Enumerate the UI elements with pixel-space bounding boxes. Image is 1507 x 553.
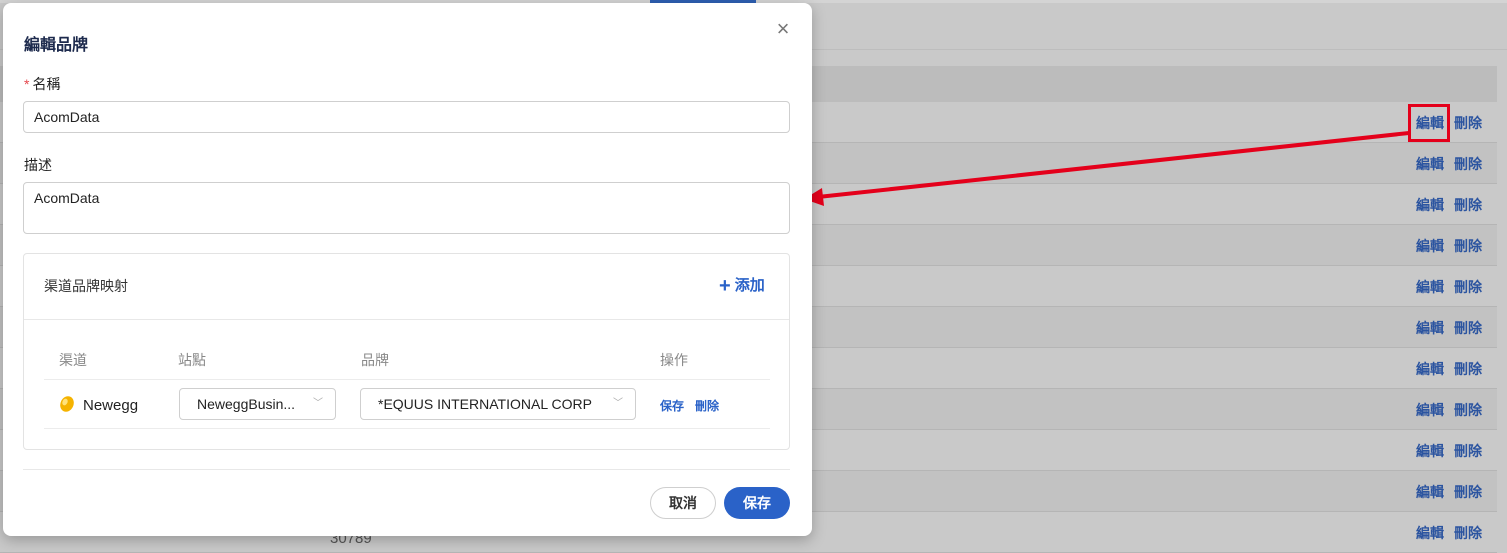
channel-brand-mapping-card: 渠道品牌映射 + 添加 渠道 站點 品牌 操作 Newegg NeweggBusi… [23, 253, 790, 450]
footer-divider [23, 469, 790, 470]
add-mapping-button[interactable]: + 添加 [719, 274, 765, 298]
row-delete-link[interactable]: 刪除 [1454, 238, 1482, 254]
chevron-down-icon: ﹀ [313, 398, 323, 409]
close-icon[interactable]: × [773, 18, 793, 40]
row-edit-link[interactable]: 編輯 [1416, 484, 1444, 500]
save-button[interactable]: 保存 [724, 487, 790, 519]
cancel-button[interactable]: 取消 [650, 487, 716, 519]
row-edit-link[interactable]: 編輯 [1416, 525, 1444, 541]
required-mark: * [24, 76, 30, 92]
row-delete-link[interactable]: 刪除 [1454, 156, 1482, 172]
modal-title: 編輯品牌 [24, 37, 89, 54]
brand-select-value: *EQUUS INTERNATIONAL CORP [378, 396, 592, 412]
chevron-down-icon: ﹀ [613, 398, 623, 409]
row-delete-link[interactable]: 刪除 [1454, 484, 1482, 500]
annotation-highlight-box [1408, 104, 1450, 142]
column-header-site: 站點 [178, 352, 206, 368]
row-delete-link[interactable]: 刪除 [1454, 197, 1482, 213]
column-header-brand: 品牌 [361, 352, 389, 368]
row-edit-link[interactable]: 編輯 [1416, 197, 1444, 213]
row-delete-link[interactable]: 刪除 [695, 397, 719, 414]
description-label: 描述 [24, 157, 52, 173]
row-delete-link[interactable]: 刪除 [1454, 361, 1482, 377]
channel-name: Newegg [83, 397, 139, 414]
name-label-wrap: * 名稱 [24, 74, 60, 94]
newegg-logo-icon [60, 396, 74, 412]
add-mapping-label: 添加 [734, 277, 765, 294]
plus-icon: + [719, 275, 731, 297]
brand-select[interactable]: *EQUUS INTERNATIONAL CORP ﹀ [360, 388, 636, 420]
row-save-link[interactable]: 保存 [660, 397, 684, 414]
row-edit-link[interactable]: 編輯 [1416, 320, 1444, 336]
row-delete-link[interactable]: 刪除 [1454, 443, 1482, 459]
row-delete-link[interactable]: 刪除 [1454, 320, 1482, 336]
channel-cell: Newegg [59, 395, 138, 414]
description-textarea[interactable]: AcomData [23, 182, 790, 234]
row-edit-link[interactable]: 編輯 [1416, 402, 1444, 418]
mapping-title: 渠道品牌映射 [44, 278, 128, 294]
row-edit-link[interactable]: 編輯 [1416, 443, 1444, 459]
name-input[interactable]: AcomData [23, 101, 790, 133]
edit-brand-modal: 編輯品牌 × * 名稱 AcomData 描述 AcomData 渠道品牌映射 +… [3, 3, 812, 536]
row-edit-link[interactable]: 編輯 [1416, 279, 1444, 295]
site-select[interactable]: NeweggBusin... ﹀ [179, 388, 336, 420]
row-edit-link[interactable]: 編輯 [1416, 156, 1444, 172]
site-select-value: NeweggBusin... [197, 396, 296, 412]
card-divider [24, 319, 789, 320]
row-edit-link[interactable]: 編輯 [1416, 361, 1444, 377]
column-header-channel: 渠道 [59, 352, 87, 368]
row-delete-link[interactable]: 刪除 [1454, 402, 1482, 418]
row-delete-link[interactable]: 刪除 [1454, 279, 1482, 295]
row-edit-link[interactable]: 編輯 [1416, 238, 1444, 254]
row-divider [44, 428, 770, 429]
row-delete-link[interactable]: 刪除 [1454, 115, 1482, 131]
name-label: 名稱 [32, 76, 61, 92]
row-delete-link[interactable]: 刪除 [1454, 525, 1482, 541]
column-header-actions: 操作 [660, 352, 688, 368]
header-divider [44, 379, 770, 380]
